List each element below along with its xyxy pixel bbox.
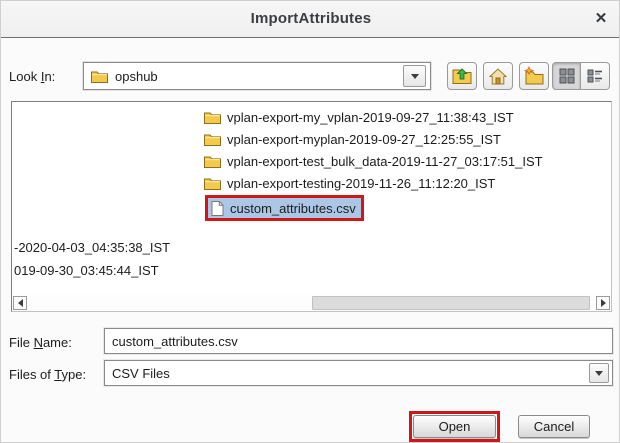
files-of-type-dropdown-button[interactable] [589,363,609,383]
folder-icon [204,155,221,168]
arrow-left-icon [18,299,23,307]
close-icon[interactable]: ✕ [591,9,611,29]
file-icon [211,201,224,216]
up-one-level-button[interactable] [447,62,477,90]
look-in-label: Look In: [9,69,55,84]
list-item[interactable]: vplan-export-my_vplan-2019-09-27_11:38:4… [204,108,514,126]
arrow-right-icon [601,299,606,307]
selected-file-label: custom_attributes.csv [230,201,356,216]
file-list[interactable]: vplan-export-my_vplan-2019-09-27_11:38:4… [11,101,612,312]
list-item-partial[interactable]: 019-09-30_03:45:44_IST [14,263,159,278]
up-folder-icon [451,66,473,86]
import-attributes-dialog: ImportAttributes ✕ Look In: opshub [0,0,620,443]
list-item[interactable]: vplan-export-testing-2019-11-26_11:12:20… [204,174,495,192]
list-view-button[interactable] [552,62,581,90]
list-item-label: vplan-export-my_vplan-2019-09-27_11:38:4… [227,110,514,125]
open-button[interactable]: Open [413,415,496,438]
look-in-value: opshub [115,69,158,84]
scroll-left-button[interactable] [13,296,27,310]
chevron-down-icon [411,74,419,79]
new-folder-button[interactable] [519,62,549,90]
open-button-annotation-box: Open [409,411,500,442]
home-button[interactable] [483,62,513,90]
look-in-combobox[interactable]: opshub [83,62,431,90]
new-folder-icon [523,66,545,86]
folder-icon [91,70,108,83]
folder-icon [204,111,221,124]
chevron-down-icon [595,371,603,376]
list-item-label: vplan-export-myplan-2019-09-27_12:25:55_… [227,132,501,147]
home-icon [488,67,508,86]
list-view-grid-icon [558,67,576,85]
list-item-partial[interactable]: -2020-04-03_04:35:38_IST [14,240,170,255]
dialog-title: ImportAttributes [1,10,620,27]
files-of-type-combobox[interactable]: CSV Files [104,360,613,386]
files-of-type-label: Files of Type: [9,367,86,382]
selected-list-item[interactable]: custom_attributes.csv [208,198,361,218]
folder-icon [204,133,221,146]
details-view-button[interactable] [581,62,610,90]
file-name-value: custom_attributes.csv [112,334,238,349]
files-of-type-value: CSV Files [112,366,170,381]
look-in-dropdown-button[interactable] [403,65,426,87]
cancel-button[interactable]: Cancel [518,415,590,438]
file-name-input[interactable]: custom_attributes.csv [104,328,613,354]
list-item[interactable]: vplan-export-test_bulk_data-2019-11-27_0… [204,152,543,170]
file-name-label: File Name: [9,335,72,350]
title-bar: ImportAttributes ✕ [1,1,620,38]
scrollbar-thumb[interactable] [312,296,590,310]
list-item-label: vplan-export-test_bulk_data-2019-11-27_0… [227,154,543,169]
list-item-label: vplan-export-testing-2019-11-26_11:12:20… [227,176,495,191]
selected-file-annotation-box: custom_attributes.csv [205,195,364,221]
details-view-icon [586,67,604,85]
list-item[interactable]: vplan-export-myplan-2019-09-27_12:25:55_… [204,130,501,148]
scroll-right-button[interactable] [596,296,610,310]
horizontal-scrollbar[interactable] [12,295,611,311]
folder-icon [204,177,221,190]
